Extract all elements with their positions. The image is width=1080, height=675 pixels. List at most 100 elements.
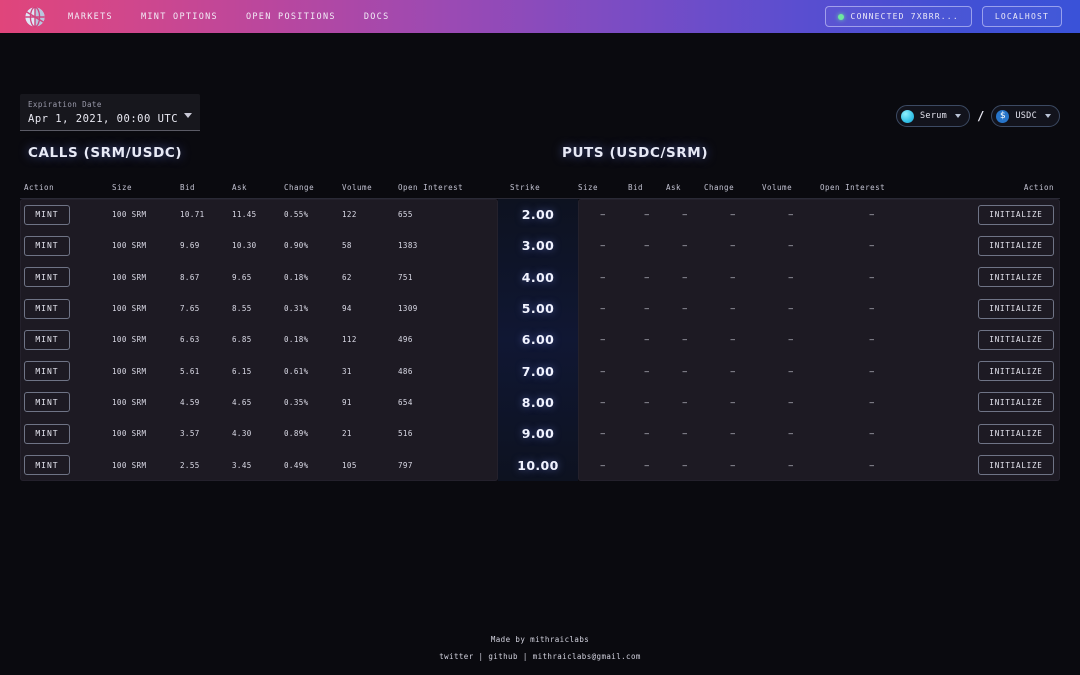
table-header-row: Action Size Bid Ask Change Volume Open I… [20, 177, 1060, 199]
mint-button[interactable]: MINT [24, 235, 70, 256]
put-size-cell: – [600, 429, 606, 439]
put-bid-cell: – [644, 272, 650, 282]
put-volume-cell: – [788, 366, 794, 376]
put-bid-cell: – [644, 460, 650, 470]
initialize-button[interactable]: INITIALIZE [978, 455, 1054, 476]
initialize-button[interactable]: INITIALIZE [978, 392, 1054, 413]
footer-link-twitter[interactable]: twitter [439, 652, 473, 661]
mint-button[interactable]: MINT [24, 267, 70, 288]
chevron-down-icon[interactable] [184, 113, 192, 118]
put-size-cell: – [600, 241, 606, 251]
mint-button[interactable]: MINT [24, 361, 70, 382]
put-change-cell: – [730, 335, 736, 345]
serum-token-icon [901, 109, 914, 123]
call-size-cell: 100 SRM [112, 460, 147, 470]
expiration-date-value: Apr 1, 2021, 00:00 UTC [28, 113, 179, 125]
quote-asset-select[interactable]: $ USDC [991, 105, 1060, 127]
pair-separator: / [977, 109, 985, 123]
initialize-button[interactable]: INITIALIZE [978, 423, 1054, 444]
nav-link-mint-options[interactable]: MINT OPTIONS [141, 12, 218, 22]
call-bid-cell: 6.63 [180, 335, 200, 345]
put-bid-cell: – [644, 335, 650, 345]
wallet-address-label: CONNECTED 7XBRR... [850, 12, 959, 21]
globe-logo-icon[interactable] [24, 6, 46, 28]
call-bid-cell: 2.55 [180, 460, 200, 470]
strike-cell: 8.00 [498, 395, 578, 410]
mint-button[interactable]: MINT [24, 455, 70, 476]
call-bid-cell: 8.67 [180, 272, 200, 282]
put-open-interest-cell: – [869, 460, 875, 470]
header-puts-ask: Ask [666, 183, 682, 192]
put-size-cell: – [600, 335, 606, 345]
strike-cell: 9.00 [498, 426, 578, 441]
initialize-button[interactable]: INITIALIZE [978, 267, 1054, 288]
put-ask-cell: – [682, 460, 688, 470]
call-volume-cell: 31 [342, 366, 352, 376]
put-change-cell: – [730, 460, 736, 470]
call-mint-cell: MINT [20, 204, 112, 225]
mint-button[interactable]: MINT [24, 204, 70, 225]
put-size-cell: – [600, 460, 606, 470]
footer-separator: | [478, 652, 484, 661]
put-size-cell: – [600, 210, 606, 220]
call-size-cell: 100 SRM [112, 210, 147, 220]
put-initialize-cell: INITIALIZE [924, 329, 1060, 350]
put-ask-cell: – [682, 304, 688, 314]
footer-link-github[interactable]: github [488, 652, 518, 661]
connection-status-dot [837, 13, 844, 20]
call-size-cell: 100 SRM [112, 304, 147, 314]
nav-links: MARKETS MINT OPTIONS OPEN POSITIONS DOCS [68, 12, 389, 22]
header-strike: Strike [510, 183, 541, 192]
strike-value: 9.00 [521, 426, 555, 442]
table-row: MINT 100 SRM 7.65 8.55 0.31% 94 1309 5.00 – – – – – –… [20, 293, 1060, 324]
nav-right-group: CONNECTED 7XBRR... LOCALHOST [824, 6, 1066, 27]
mint-button[interactable]: MINT [24, 298, 70, 319]
call-change-cell: 0.90% [284, 241, 309, 251]
table-row: MINT 100 SRM 9.69 10.30 0.90% 58 1383 3.00 – – – – –… [20, 230, 1060, 261]
call-volume-cell: 112 [342, 335, 357, 345]
initialize-button[interactable]: INITIALIZE [978, 361, 1054, 382]
put-volume-cell: – [788, 460, 794, 470]
initialize-button[interactable]: INITIALIZE [978, 204, 1054, 225]
footer-separator: | [522, 652, 528, 661]
network-selector-button[interactable]: LOCALHOST [981, 6, 1062, 27]
wallet-connected-button[interactable]: CONNECTED 7XBRR... [824, 6, 972, 27]
put-open-interest-cell: – [869, 241, 875, 251]
initialize-button[interactable]: INITIALIZE [978, 329, 1054, 350]
call-open-interest-cell: 654 [398, 397, 413, 407]
expiration-date-select[interactable]: Expiration Date Apr 1, 2021, 00:00 UTC [20, 94, 200, 131]
nav-link-open-positions[interactable]: OPEN POSITIONS [246, 12, 336, 22]
mint-button[interactable]: MINT [24, 423, 70, 444]
chevron-down-icon[interactable] [955, 114, 962, 118]
call-ask-cell: 6.85 [232, 335, 252, 345]
put-change-cell: – [730, 429, 736, 439]
quote-asset-label: USDC [1015, 111, 1037, 121]
put-initialize-cell: INITIALIZE [924, 298, 1060, 319]
nav-link-docs[interactable]: DOCS [364, 12, 390, 22]
table-row: MINT 100 SRM 3.57 4.30 0.89% 21 516 9.00 – – – – – – I… [20, 418, 1060, 449]
initialize-button[interactable]: INITIALIZE [978, 298, 1054, 319]
nav-link-markets[interactable]: MARKETS [68, 12, 113, 22]
put-open-interest-cell: – [869, 366, 875, 376]
footer-link-email[interactable]: mithraiclabs@gmail.com [533, 652, 641, 661]
call-change-cell: 0.61% [284, 366, 309, 376]
header-calls-ask: Ask [232, 183, 248, 192]
page-body: Expiration Date Apr 1, 2021, 00:00 UTC S… [0, 33, 1080, 675]
put-open-interest-cell: – [869, 397, 875, 407]
put-ask-cell: – [682, 241, 688, 251]
put-open-interest-cell: – [869, 429, 875, 439]
chevron-down-icon[interactable] [1045, 114, 1051, 118]
strike-value: 5.00 [521, 301, 555, 317]
initialize-button[interactable]: INITIALIZE [978, 235, 1054, 256]
strike-cell: 5.00 [498, 301, 578, 316]
base-asset-select[interactable]: Serum [896, 105, 971, 127]
call-open-interest-cell: 1383 [398, 241, 418, 251]
call-size-cell: 100 SRM [112, 241, 147, 251]
mint-button[interactable]: MINT [24, 392, 70, 413]
header-calls-change: Change [284, 183, 315, 192]
header-calls-size: Size [112, 183, 133, 192]
footer: Made by mithraiclabs twitter | github | … [0, 631, 1080, 665]
call-open-interest-cell: 496 [398, 335, 413, 345]
put-open-interest-cell: – [869, 304, 875, 314]
mint-button[interactable]: MINT [24, 329, 70, 350]
